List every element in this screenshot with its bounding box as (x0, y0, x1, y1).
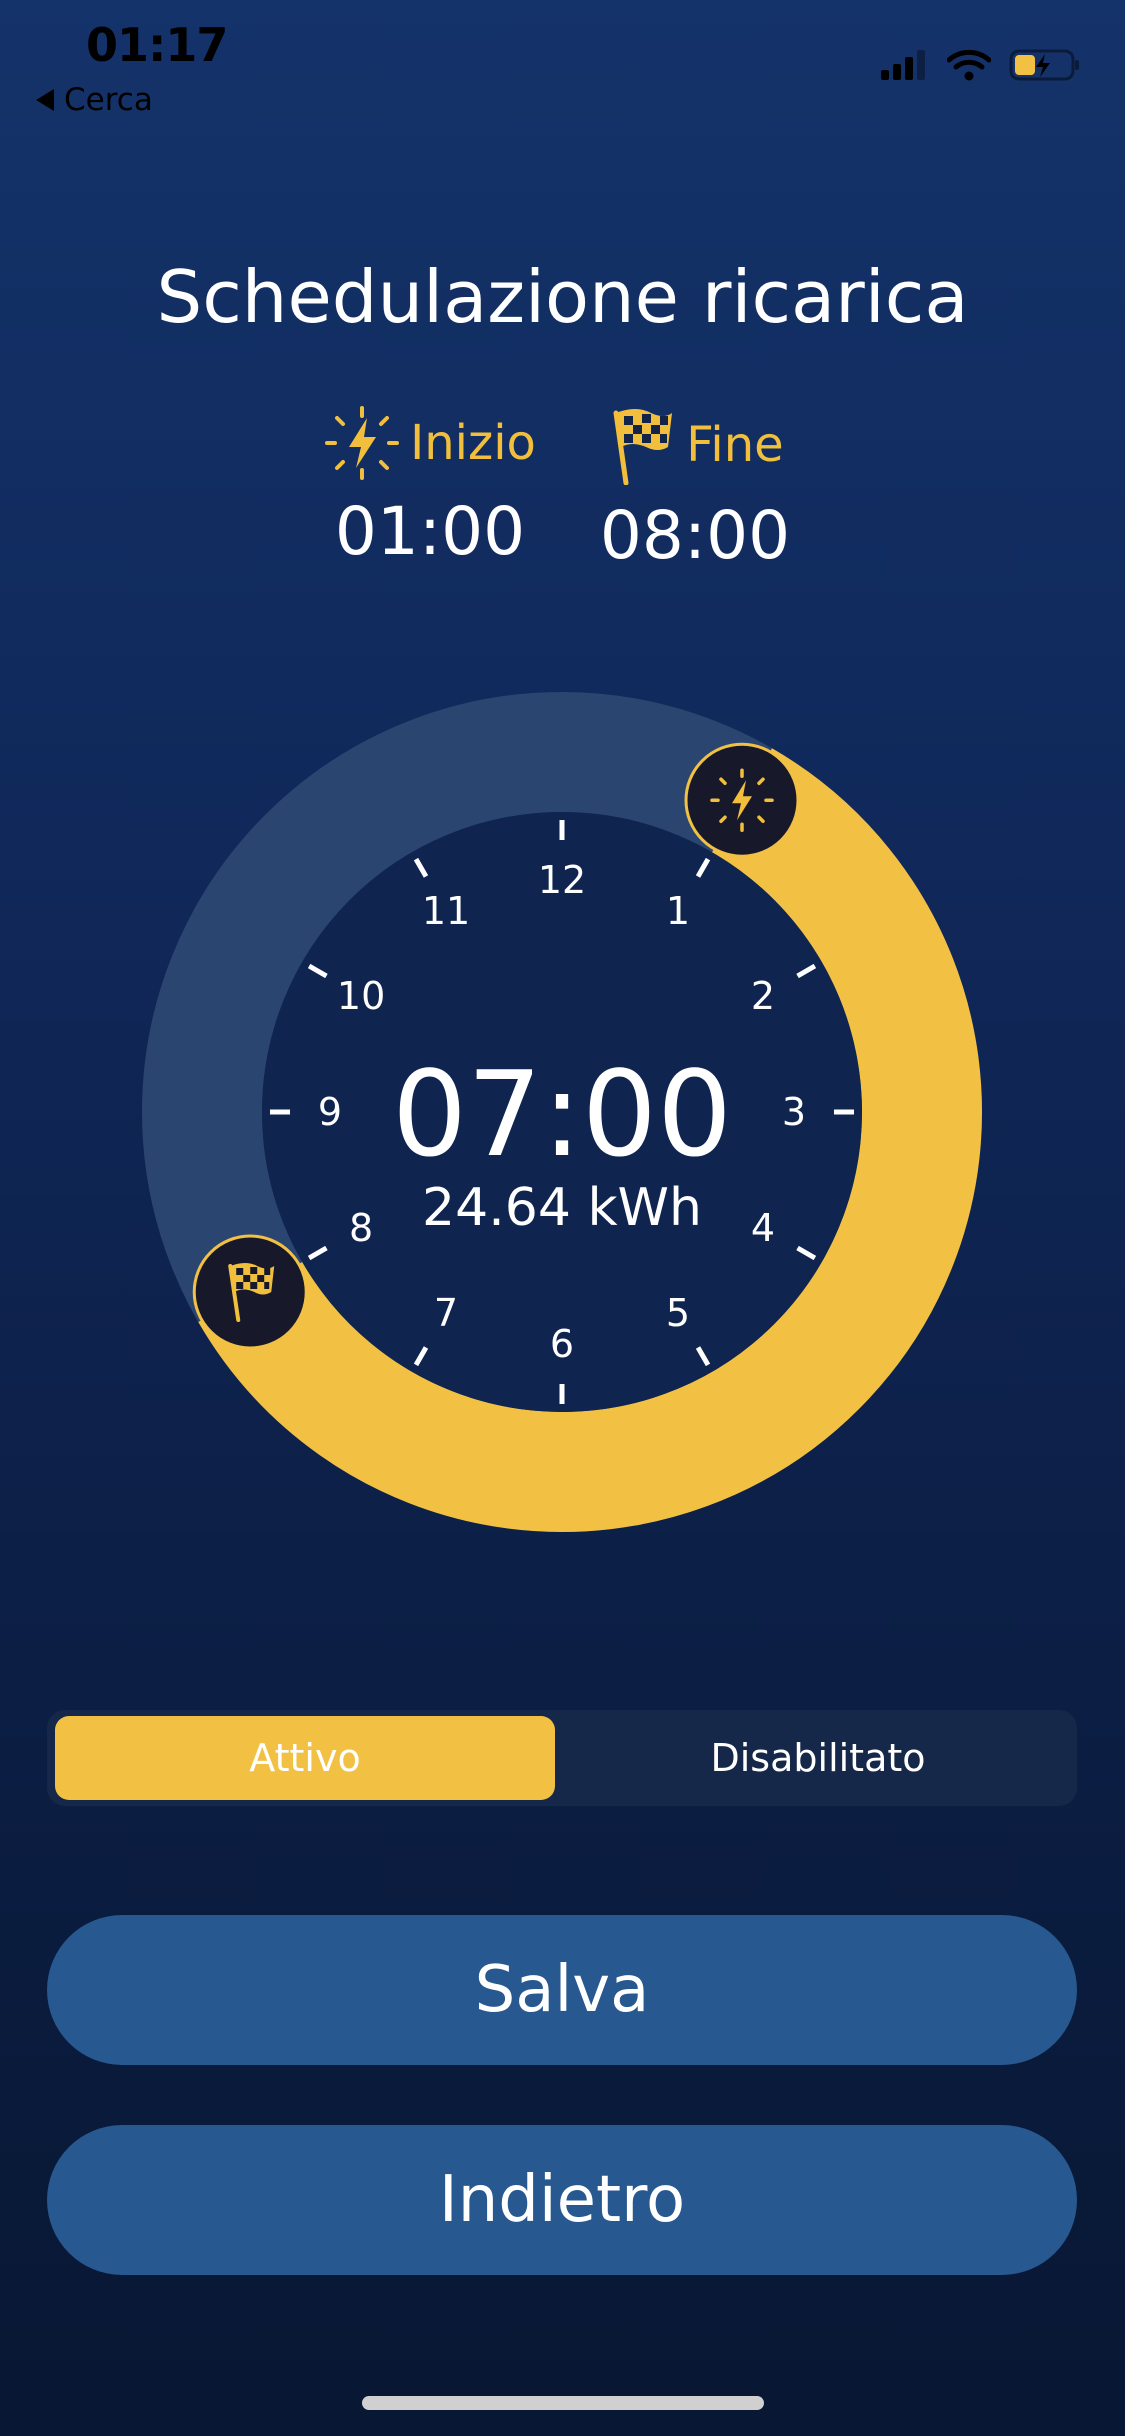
start-handle[interactable] (684, 742, 800, 858)
status-toggle: Attivo Disabilitato (47, 1710, 1077, 1806)
clock-number: 8 (349, 1206, 373, 1250)
energy-text: 24.64 kWh (422, 1178, 702, 1238)
clock-number: 11 (422, 889, 470, 933)
toggle-option-active[interactable]: Attivo (55, 1716, 555, 1800)
clock-number: 10 (337, 974, 385, 1018)
clock-number: 4 (751, 1206, 775, 1250)
save-button[interactable]: Salva (47, 1915, 1077, 2065)
clock-number: 12 (538, 858, 586, 902)
end-handle[interactable] (192, 1234, 308, 1350)
back-button[interactable]: Indietro (47, 2125, 1077, 2275)
clock-number: 2 (751, 974, 775, 1018)
toggle-option-disabled[interactable]: Disabilitato (567, 1716, 1069, 1800)
clock-number: 9 (318, 1090, 342, 1134)
clock-number: 1 (666, 889, 690, 933)
clock-number: 3 (782, 1090, 806, 1134)
clock-number: 5 (666, 1291, 690, 1335)
clock-number: 7 (434, 1291, 458, 1335)
schedule-clock[interactable]: 121234567891011 07:00 24.64 kWh (0, 0, 1125, 1600)
clock-number: 6 (550, 1322, 574, 1366)
duration-text: 07:00 (392, 1045, 732, 1183)
home-indicator (362, 2396, 764, 2410)
